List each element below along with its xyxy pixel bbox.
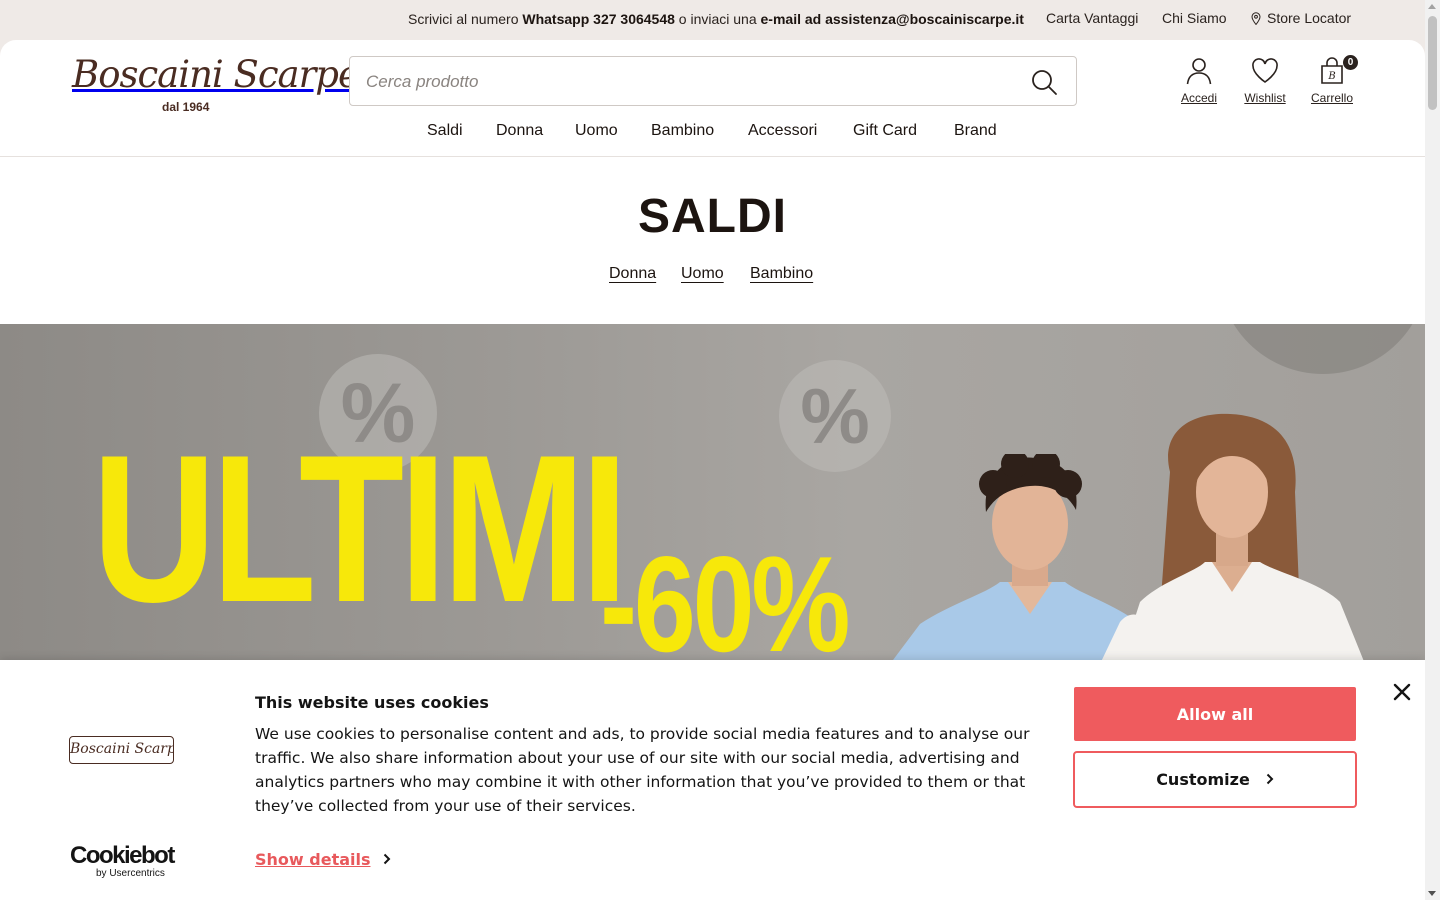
support-email[interactable]: e-mail ad assistenza@boscainiscarpe.it [761,11,1024,27]
banner-discount: -60% [600,528,851,664]
search-box [349,56,1077,106]
category-header: SALDI Donna Uomo Bambino [0,157,1425,324]
cart-button[interactable]: B Carrello 0 [1310,55,1358,105]
store-locator-label: Store Locator [1267,10,1352,26]
cookiebot-logo: Cookiebot by Usercentrics [70,842,175,880]
search-input[interactable] [366,69,1006,95]
show-details-label: Show details [255,850,371,869]
cookie-brand-logo: Boscaini Scarpe [69,736,174,764]
scroll-up-arrow-icon[interactable] [1428,4,1436,9]
brand-logo[interactable]: Boscaini Scarpe dal 1964 [72,53,360,118]
cookie-description: We use cookies to personalise content an… [255,725,1030,815]
user-icon [1186,58,1212,85]
cart-label: Carrello [1310,91,1353,105]
logo-wordmark: Boscaini Scarpe [72,53,360,96]
location-pin-icon [1251,12,1261,25]
top-bar: Scrivici al numero Whatsapp 327 3064548 … [0,0,1425,40]
site-header: Boscaini Scarpe dal 1964 Accedi Wishlist… [0,40,1425,157]
wishlist-label: Wishlist [1244,91,1286,105]
chi-siamo-link[interactable]: Chi Siamo [1162,10,1227,26]
allow-all-button[interactable]: Allow all [1074,687,1356,741]
promo-banner[interactable]: % % ULTIMI -60% [0,324,1425,664]
customize-label: Customize [1156,770,1250,789]
contact-message: Scrivici al numero Whatsapp 327 3064548 … [408,11,1024,27]
cookiebot-name: Cookiebot [70,842,175,869]
heart-icon [1252,58,1278,83]
chevron-right-icon [1266,773,1274,785]
nav-item-accessori[interactable]: Accessori [748,122,817,140]
scrollbar-thumb[interactable] [1428,16,1437,110]
whatsapp-number[interactable]: Whatsapp 327 3064548 [522,11,675,27]
cart-count-badge: 0 [1343,55,1358,70]
account-label: Accedi [1180,91,1218,105]
cookie-consent-banner: Boscaini Scarpe Cookiebot by Usercentric… [0,660,1425,900]
model-woman-image [1100,413,1365,664]
logo-since: dal 1964 [162,100,210,114]
store-locator-link[interactable]: Store Locator [1251,10,1351,26]
decorative-circle [1218,324,1425,374]
page-scrollbar[interactable] [1425,0,1440,900]
nav-item-gift-card[interactable]: Gift Card [853,122,917,140]
percent-badge: % [779,360,891,472]
page-title: SALDI [638,190,787,243]
scroll-down-arrow-icon[interactable] [1428,891,1436,896]
subnav-item-bambino[interactable]: Bambino [750,265,813,283]
chevron-right-icon [383,853,390,865]
shopping-bag-icon: B [1321,57,1343,84]
account-button[interactable]: Accedi [1177,57,1221,105]
svg-text:B: B [1327,71,1335,82]
nav-item-bambino[interactable]: Bambino [651,122,714,140]
search-icon[interactable] [1030,68,1058,96]
contact-prefix: Scrivici al numero [408,11,523,27]
cookie-title: This website uses cookies [255,693,489,712]
customize-button[interactable]: Customize [1073,751,1357,808]
show-details-link[interactable]: Show details [255,850,391,869]
nav-item-donna[interactable]: Donna [496,122,543,140]
nav-item-saldi[interactable]: Saldi [427,122,463,140]
main-nav: Saldi Donna Uomo Bambino Accessori Gift … [0,122,1425,144]
subnav-item-uomo[interactable]: Uomo [681,265,724,283]
wishlist-button[interactable]: Wishlist [1242,57,1288,105]
contact-mid: o inviaci una [674,11,761,27]
nav-item-brand[interactable]: Brand [954,122,997,140]
nav-item-uomo[interactable]: Uomo [575,122,618,140]
carta-vantaggi-link[interactable]: Carta Vantaggi [1046,10,1138,26]
cookiebot-by: by Usercentrics [96,868,165,879]
close-icon[interactable] [1392,682,1412,702]
banner-headline: ULTIMI [92,411,628,646]
subnav-item-donna[interactable]: Donna [609,265,656,283]
